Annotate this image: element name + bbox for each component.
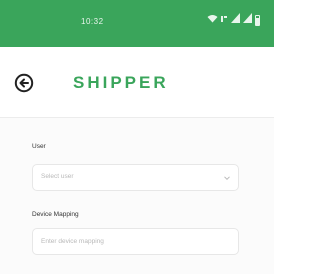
- chevron-down-icon: [224, 175, 230, 181]
- status-icons: [207, 13, 260, 27]
- back-button[interactable]: [14, 73, 34, 93]
- app-bar: SHIPPER: [0, 47, 274, 118]
- page-title: SHIPPER: [73, 73, 169, 92]
- status-time: 10:32: [81, 17, 104, 26]
- battery-icon: [255, 15, 260, 26]
- signal-icon: [231, 13, 240, 27]
- wifi-icon: [207, 13, 218, 27]
- circle-arrow-left-icon: [14, 73, 34, 93]
- device-mapping-input[interactable]: [33, 229, 238, 254]
- device-mapping-field-box: [32, 228, 239, 255]
- lte-icon: [221, 13, 228, 27]
- signal-icon: [243, 13, 252, 27]
- user-select-placeholder: Select user: [41, 173, 74, 180]
- form: User Select user Device Mapping: [0, 118, 274, 274]
- device-mapping-label: Device Mapping: [32, 211, 79, 218]
- user-select[interactable]: Select user: [32, 164, 239, 191]
- status-bar: 10:32: [0, 0, 274, 47]
- user-label: User: [32, 143, 46, 150]
